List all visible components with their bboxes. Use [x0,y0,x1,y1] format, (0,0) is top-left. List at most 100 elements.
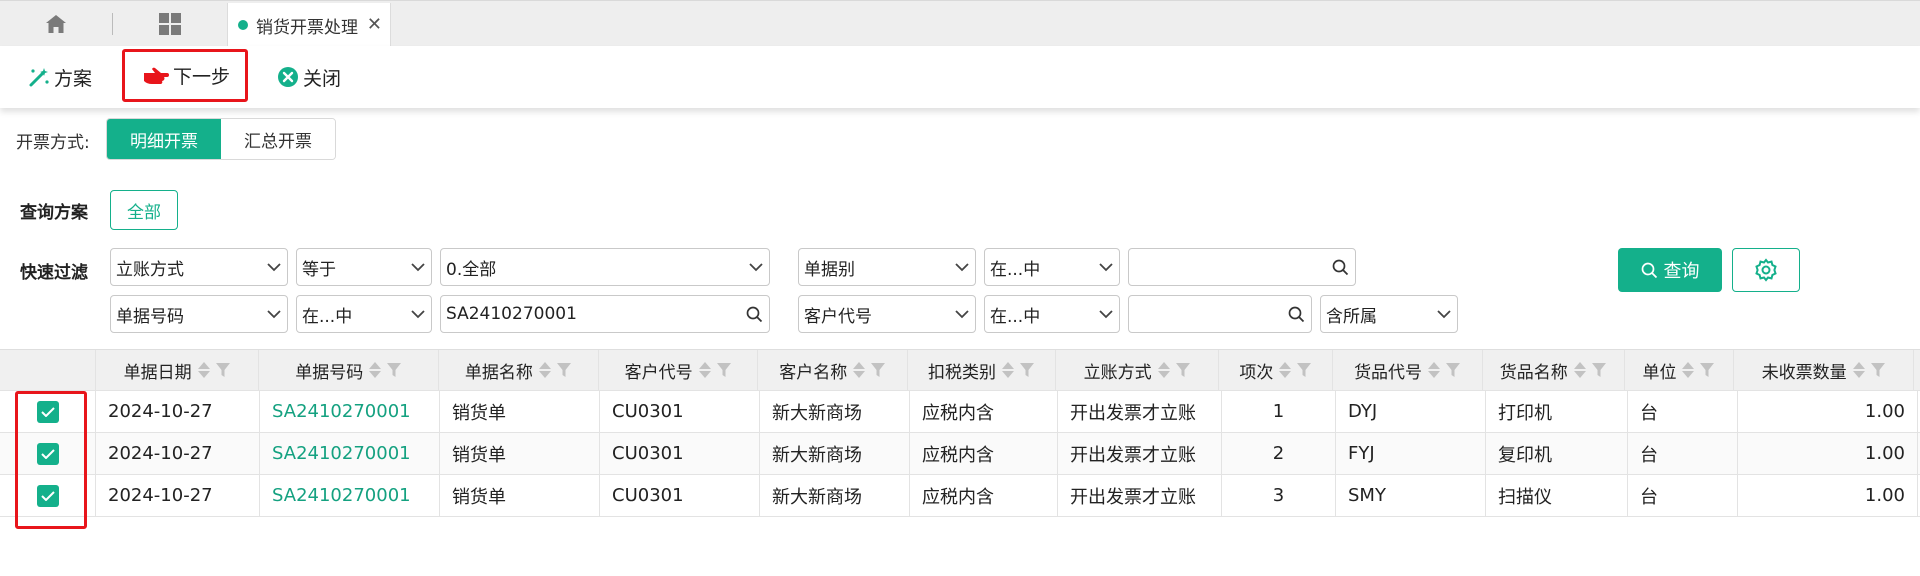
header-date[interactable]: 单据日期 [96,350,260,390]
cell-doc-no-link[interactable]: SA2410270001 [260,391,440,432]
next-step-button[interactable]: 下一步 [122,49,248,102]
filter1-value-text: 0.全部 [446,259,497,280]
filter-icon[interactable] [215,362,231,378]
include-subordinate-select[interactable]: 含所属 [1320,295,1458,333]
sort-icon[interactable] [1573,361,1587,379]
table-row[interactable]: 2024-10-27 SA2410270001 销货单 CU0301 新大新商场… [0,433,1920,475]
filter-icon[interactable] [1019,362,1035,378]
scheme-button[interactable]: 方案 [28,60,92,94]
chevron-down-icon [261,262,287,272]
filter1-operator-select[interactable]: 等于 [296,248,432,286]
cell-uninvoiced-qty: 1.00 [1738,391,1918,432]
table-header: 单据日期 单据号码 单据名称 客户代号 客户名称 扣税类别 立账方式 项次 货品… [0,349,1920,391]
cell-goods-name: 扫描仪 [1486,475,1628,516]
cell-account-mode: 开出发票才立账 [1058,433,1222,474]
filter2-field-select[interactable]: 单据别 [798,248,976,286]
filter-icon[interactable] [1296,362,1312,378]
filter4-operator-value: 在...中 [990,306,1041,327]
cell-uninvoiced-qty: 1.00 [1738,475,1918,516]
filter1-value-select[interactable]: 0.全部 [440,248,770,286]
filter4-field-select[interactable]: 客户代号 [798,295,976,333]
results-table: 单据日期 单据号码 单据名称 客户代号 客户名称 扣税类别 立账方式 项次 货品… [0,349,1920,517]
cell-doc-no-link[interactable]: SA2410270001 [260,433,440,474]
filter-icon[interactable] [1870,362,1886,378]
filter2-value-input[interactable] [1128,248,1356,286]
customer-code-input[interactable] [1128,295,1312,333]
table-row[interactable]: 2024-10-27 SA2410270001 销货单 CU0301 新大新商场… [0,475,1920,517]
apps-tab[interactable] [150,11,190,37]
query-scheme-all-button[interactable]: 全部 [110,190,178,230]
sort-icon[interactable] [1852,361,1866,379]
header-goods-code[interactable]: 货品代号 [1333,350,1483,390]
header-uninvoiced-qty[interactable]: 未收票数量 [1734,350,1914,390]
sort-icon[interactable] [1278,361,1292,379]
checkbox-highlight-box [15,391,87,529]
pointing-hand-icon [144,67,169,84]
filter4-field-value: 客户代号 [804,306,872,327]
mode-detail-button[interactable]: 明细开票 [107,119,221,159]
filter-icon[interactable] [556,362,572,378]
cell-item: 1 [1222,391,1336,432]
next-step-label: 下一步 [173,66,231,88]
doc-number-input[interactable]: SA2410270001 [440,295,770,333]
close-button[interactable]: 关闭 [277,60,341,94]
search-icon[interactable] [1325,259,1355,276]
sort-icon[interactable] [368,361,382,379]
sort-icon[interactable] [197,361,211,379]
sort-icon[interactable] [852,361,866,379]
include-subordinate-value: 含所属 [1326,306,1377,327]
filter1-operator-value: 等于 [302,259,336,280]
tab-bar: 销货开票处理 ✕ [0,0,1920,47]
header-account-mode[interactable]: 立账方式 [1056,350,1220,390]
search-icon[interactable] [739,306,769,323]
quick-filter-label: 快速过滤 [20,263,88,283]
toolbar: 方案 下一步 关闭 [0,46,1920,108]
chevron-down-icon [405,309,431,319]
home-icon [46,15,66,33]
sort-icon[interactable] [698,361,712,379]
sort-icon[interactable] [1681,361,1695,379]
cell-doc-no-link[interactable]: SA2410270001 [260,475,440,516]
query-button[interactable]: 查询 [1618,248,1722,292]
filter-icon[interactable] [716,362,732,378]
header-doc-name[interactable]: 单据名称 [439,350,599,390]
cell-customer-name: 新大新商场 [760,391,910,432]
close-tab-icon[interactable]: ✕ [367,14,382,35]
table-row[interactable]: 2024-10-27 SA2410270001 销货单 CU0301 新大新商场… [0,391,1920,433]
header-unit[interactable]: 单位 [1625,350,1735,390]
filter3-field-select[interactable]: 单据号码 [110,295,288,333]
settings-button[interactable] [1732,248,1800,292]
header-tax-type[interactable]: 扣税类别 [908,350,1056,390]
home-tab[interactable] [30,11,82,37]
cell-tax-type: 应税内含 [910,391,1058,432]
tab-sales-invoice[interactable]: 销货开票处理 ✕ [227,3,391,47]
sort-icon[interactable] [1157,361,1171,379]
cell-item: 2 [1222,433,1336,474]
filter2-operator-select[interactable]: 在...中 [984,248,1120,286]
filter3-operator-select[interactable]: 在...中 [296,295,432,333]
search-icon[interactable] [1281,306,1311,323]
sort-icon[interactable] [1427,361,1441,379]
filter-icon[interactable] [386,362,402,378]
filter-icon[interactable] [1445,362,1461,378]
filter1-field-select[interactable]: 立账方式 [110,248,288,286]
cell-goods-code: SMY [1336,475,1486,516]
header-goods-name[interactable]: 货品名称 [1483,350,1625,390]
header-customer-code[interactable]: 客户代号 [599,350,759,390]
header-doc-no[interactable]: 单据号码 [259,350,440,390]
filter-icon[interactable] [1699,362,1715,378]
mode-summary-button[interactable]: 汇总开票 [221,119,335,159]
chevron-down-icon [743,262,769,272]
chevron-down-icon [949,309,975,319]
filter-icon[interactable] [870,362,886,378]
filter-icon[interactable] [1591,362,1607,378]
tab-divider [112,13,113,35]
filter-icon[interactable] [1175,362,1191,378]
cell-customer-code: CU0301 [600,475,760,516]
cell-goods-name: 复印机 [1486,433,1628,474]
sort-icon[interactable] [538,361,552,379]
header-customer-name[interactable]: 客户名称 [758,350,909,390]
sort-icon[interactable] [1001,361,1015,379]
header-item[interactable]: 项次 [1219,350,1334,390]
filter4-operator-select[interactable]: 在...中 [984,295,1120,333]
